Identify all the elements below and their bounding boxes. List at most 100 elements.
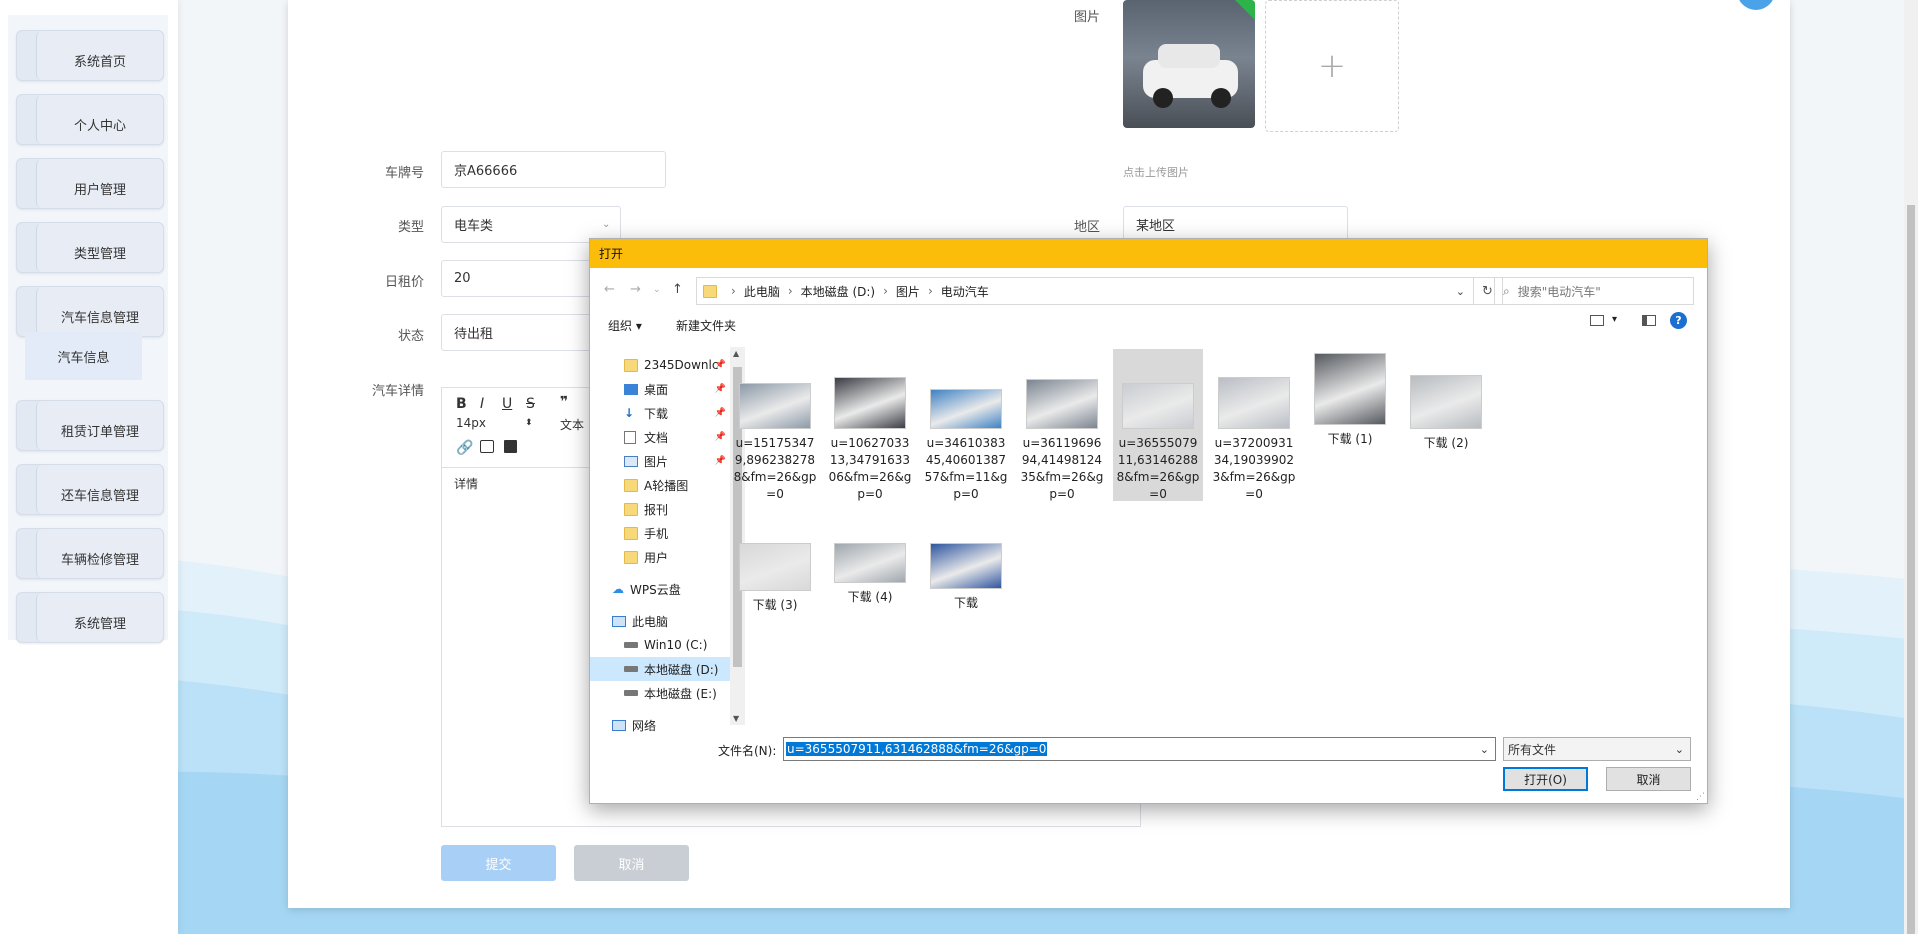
underline-icon[interactable]: U [502,396,512,412]
resize-grip-icon[interactable]: ⋰ [1696,792,1705,802]
forward-arrow-icon[interactable]: → [630,282,641,297]
new-folder-button[interactable]: 新建文件夹 [676,317,736,334]
submit-button[interactable]: 提交 [441,845,556,881]
pin-icon: 📌 [714,408,726,418]
file-item[interactable]: 下载 (1) [1305,349,1395,501]
cancel-button[interactable]: 取消 [574,845,689,881]
sidebar-item-maintenance[interactable]: 车辆检修管理 [16,528,164,579]
nav-item[interactable]: 本地磁盘 (D:) [590,657,730,681]
image-icon[interactable] [480,440,494,453]
nav-item[interactable]: Win10 (C:) [590,633,730,657]
search-input[interactable]: ⌕ 搜索"电动汽车" [1494,277,1694,305]
file-name: 下载 (3) [752,598,798,612]
folder-icon [624,478,644,492]
file-item[interactable]: 下载 (3) [730,539,820,629]
sidebar-item-personal[interactable]: 个人中心 [16,94,164,145]
nav-item[interactable]: 图片 📌 [590,449,730,473]
plate-input[interactable]: 京A66666 [441,151,666,188]
file-thumbnail [834,377,906,429]
nav-item-label: 本地磁盘 (D:) [644,662,719,677]
sidebar-item-users[interactable]: 用户管理 [16,158,164,209]
font-size-select[interactable]: 14px [456,416,486,430]
nav-item[interactable]: ↓ 下载 📌 [590,401,730,425]
chevron-down-icon[interactable]: ⌄ [1480,743,1489,756]
preview-pane-icon[interactable] [1642,315,1656,326]
sidebar-item-car-info[interactable]: 汽车信息管理 [16,286,164,337]
file-item[interactable]: u=3655507911,631462888&fm=26&gp=0 [1113,349,1203,501]
nav-item[interactable]: 手机 [590,521,730,545]
folder-icon [624,550,644,564]
filename-input[interactable]: u=3655507911,631462888&fm=26&gp=0 ⌄ [783,737,1496,761]
video-icon[interactable] [504,440,517,453]
quote-icon[interactable]: ❞ [560,394,568,410]
scroll-down-icon[interactable]: ▼ [733,714,739,723]
organize-menu[interactable]: 组织 ▾ [608,317,642,334]
folder-icon [624,358,644,372]
stepper-icon[interactable]: ⬍ [525,418,533,428]
nav-item[interactable]: 用户 [590,545,730,569]
nav-item[interactable]: ☁ WPS云盘 [590,577,730,601]
sidebar-item-rental-orders[interactable]: 租赁订单管理 [16,400,164,451]
italic-icon[interactable]: I [480,396,484,412]
plate-label: 车牌号 [384,166,424,181]
nav-item-label: 用户 [644,550,669,565]
file-item[interactable]: 下载 (2) [1401,349,1491,501]
nav-item[interactable]: 报刊 [590,497,730,521]
dialog-cancel-button[interactable]: 取消 [1606,767,1691,791]
filetype-select[interactable]: 所有文件 ⌄ [1503,737,1691,761]
sidebar-item-system[interactable]: 系统管理 [16,592,164,643]
nav-item-label: 图片 [644,454,669,469]
upload-box[interactable]: + [1265,0,1399,132]
sidebar-item-types[interactable]: 类型管理 [16,222,164,273]
strikethrough-icon[interactable]: S [526,396,535,412]
up-arrow-icon[interactable]: ↑ [672,282,683,297]
address-bar[interactable]: › 此电脑 › 本地磁盘 (D:) › 图片 › 电动汽车 ⌄ [696,277,1474,305]
pictures-icon [624,455,644,467]
file-item[interactable]: u=3720093134,190399023&fm=26&gp=0 [1209,349,1299,501]
nav-item[interactable]: 桌面 📌 [590,377,730,401]
file-item[interactable]: u=3461038345,4060138757&fm=11&gp=0 [921,349,1011,501]
uploaded-image[interactable] [1123,0,1255,128]
address-row: ← → ⌄ ↑ › 此电脑 › 本地磁盘 (D:) › 图片 › 电动汽车 ⌄ … [590,275,1707,305]
link-icon[interactable]: 🔗 [456,440,473,456]
nav-item-label: 下载 [644,406,669,421]
sidebar-item-returns[interactable]: 还车信息管理 [16,464,164,515]
file-thumbnail [1218,377,1290,429]
nav-item[interactable]: 此电脑 [590,609,730,633]
nav-item[interactable]: 网络 [590,713,730,737]
file-name: u=3720093134,190399023&fm=26&gp=0 [1212,436,1296,501]
sidebar-subitem-car-info[interactable]: 汽车信息 [25,332,142,380]
file-thumbnail [739,383,811,429]
recent-chevron-icon[interactable]: ⌄ [653,285,661,295]
open-button[interactable]: 打开(O) [1503,767,1588,791]
folder-icon [624,526,644,540]
bold-icon[interactable]: B [456,396,467,412]
nav-item[interactable]: 2345Downlc 📌 [590,353,730,377]
back-arrow-icon[interactable]: ← [604,282,615,297]
file-item[interactable]: 下载 (4) [825,539,915,629]
nav-item[interactable]: 本地磁盘 (E:) [590,681,730,705]
view-icon[interactable] [1590,315,1604,326]
page-scrollbar[interactable] [1904,0,1918,934]
filename-value: u=3655507911,631462888&fm=26&gp=0 [786,742,1048,756]
nav-item[interactable]: 文档 📌 [590,425,730,449]
breadcrumb-item[interactable]: 图片 [896,283,920,300]
drive-icon [624,690,644,696]
chevron-down-icon: ⌄ [1674,742,1684,756]
breadcrumb-item[interactable]: 电动汽车 [941,283,989,300]
text-style-select[interactable]: 文本 [560,416,584,433]
chevron-down-icon[interactable]: ⌄ [1456,285,1465,298]
file-item[interactable]: u=3611969694,4149812435&fm=26&gp=0 [1017,349,1107,501]
page-scrollbar-thumb[interactable] [1907,205,1915,934]
plus-icon: + [1317,46,1347,86]
file-item[interactable]: u=1062703313,3479163306&fm=26&gp=0 [825,349,915,501]
chevron-down-icon[interactable]: ▾ [1612,314,1617,325]
folder-icon [624,502,644,516]
nav-item[interactable]: A轮播图 [590,473,730,497]
help-icon[interactable]: ? [1670,312,1687,329]
sidebar-item-home[interactable]: 系统首页 [16,30,164,81]
file-item[interactable]: 下载 [921,539,1011,629]
breadcrumb-item[interactable]: 此电脑 [744,283,780,300]
breadcrumb-item[interactable]: 本地磁盘 (D:) [801,283,875,300]
file-item[interactable]: u=151753479,8962382788&fm=26&gp=0 [730,349,820,501]
